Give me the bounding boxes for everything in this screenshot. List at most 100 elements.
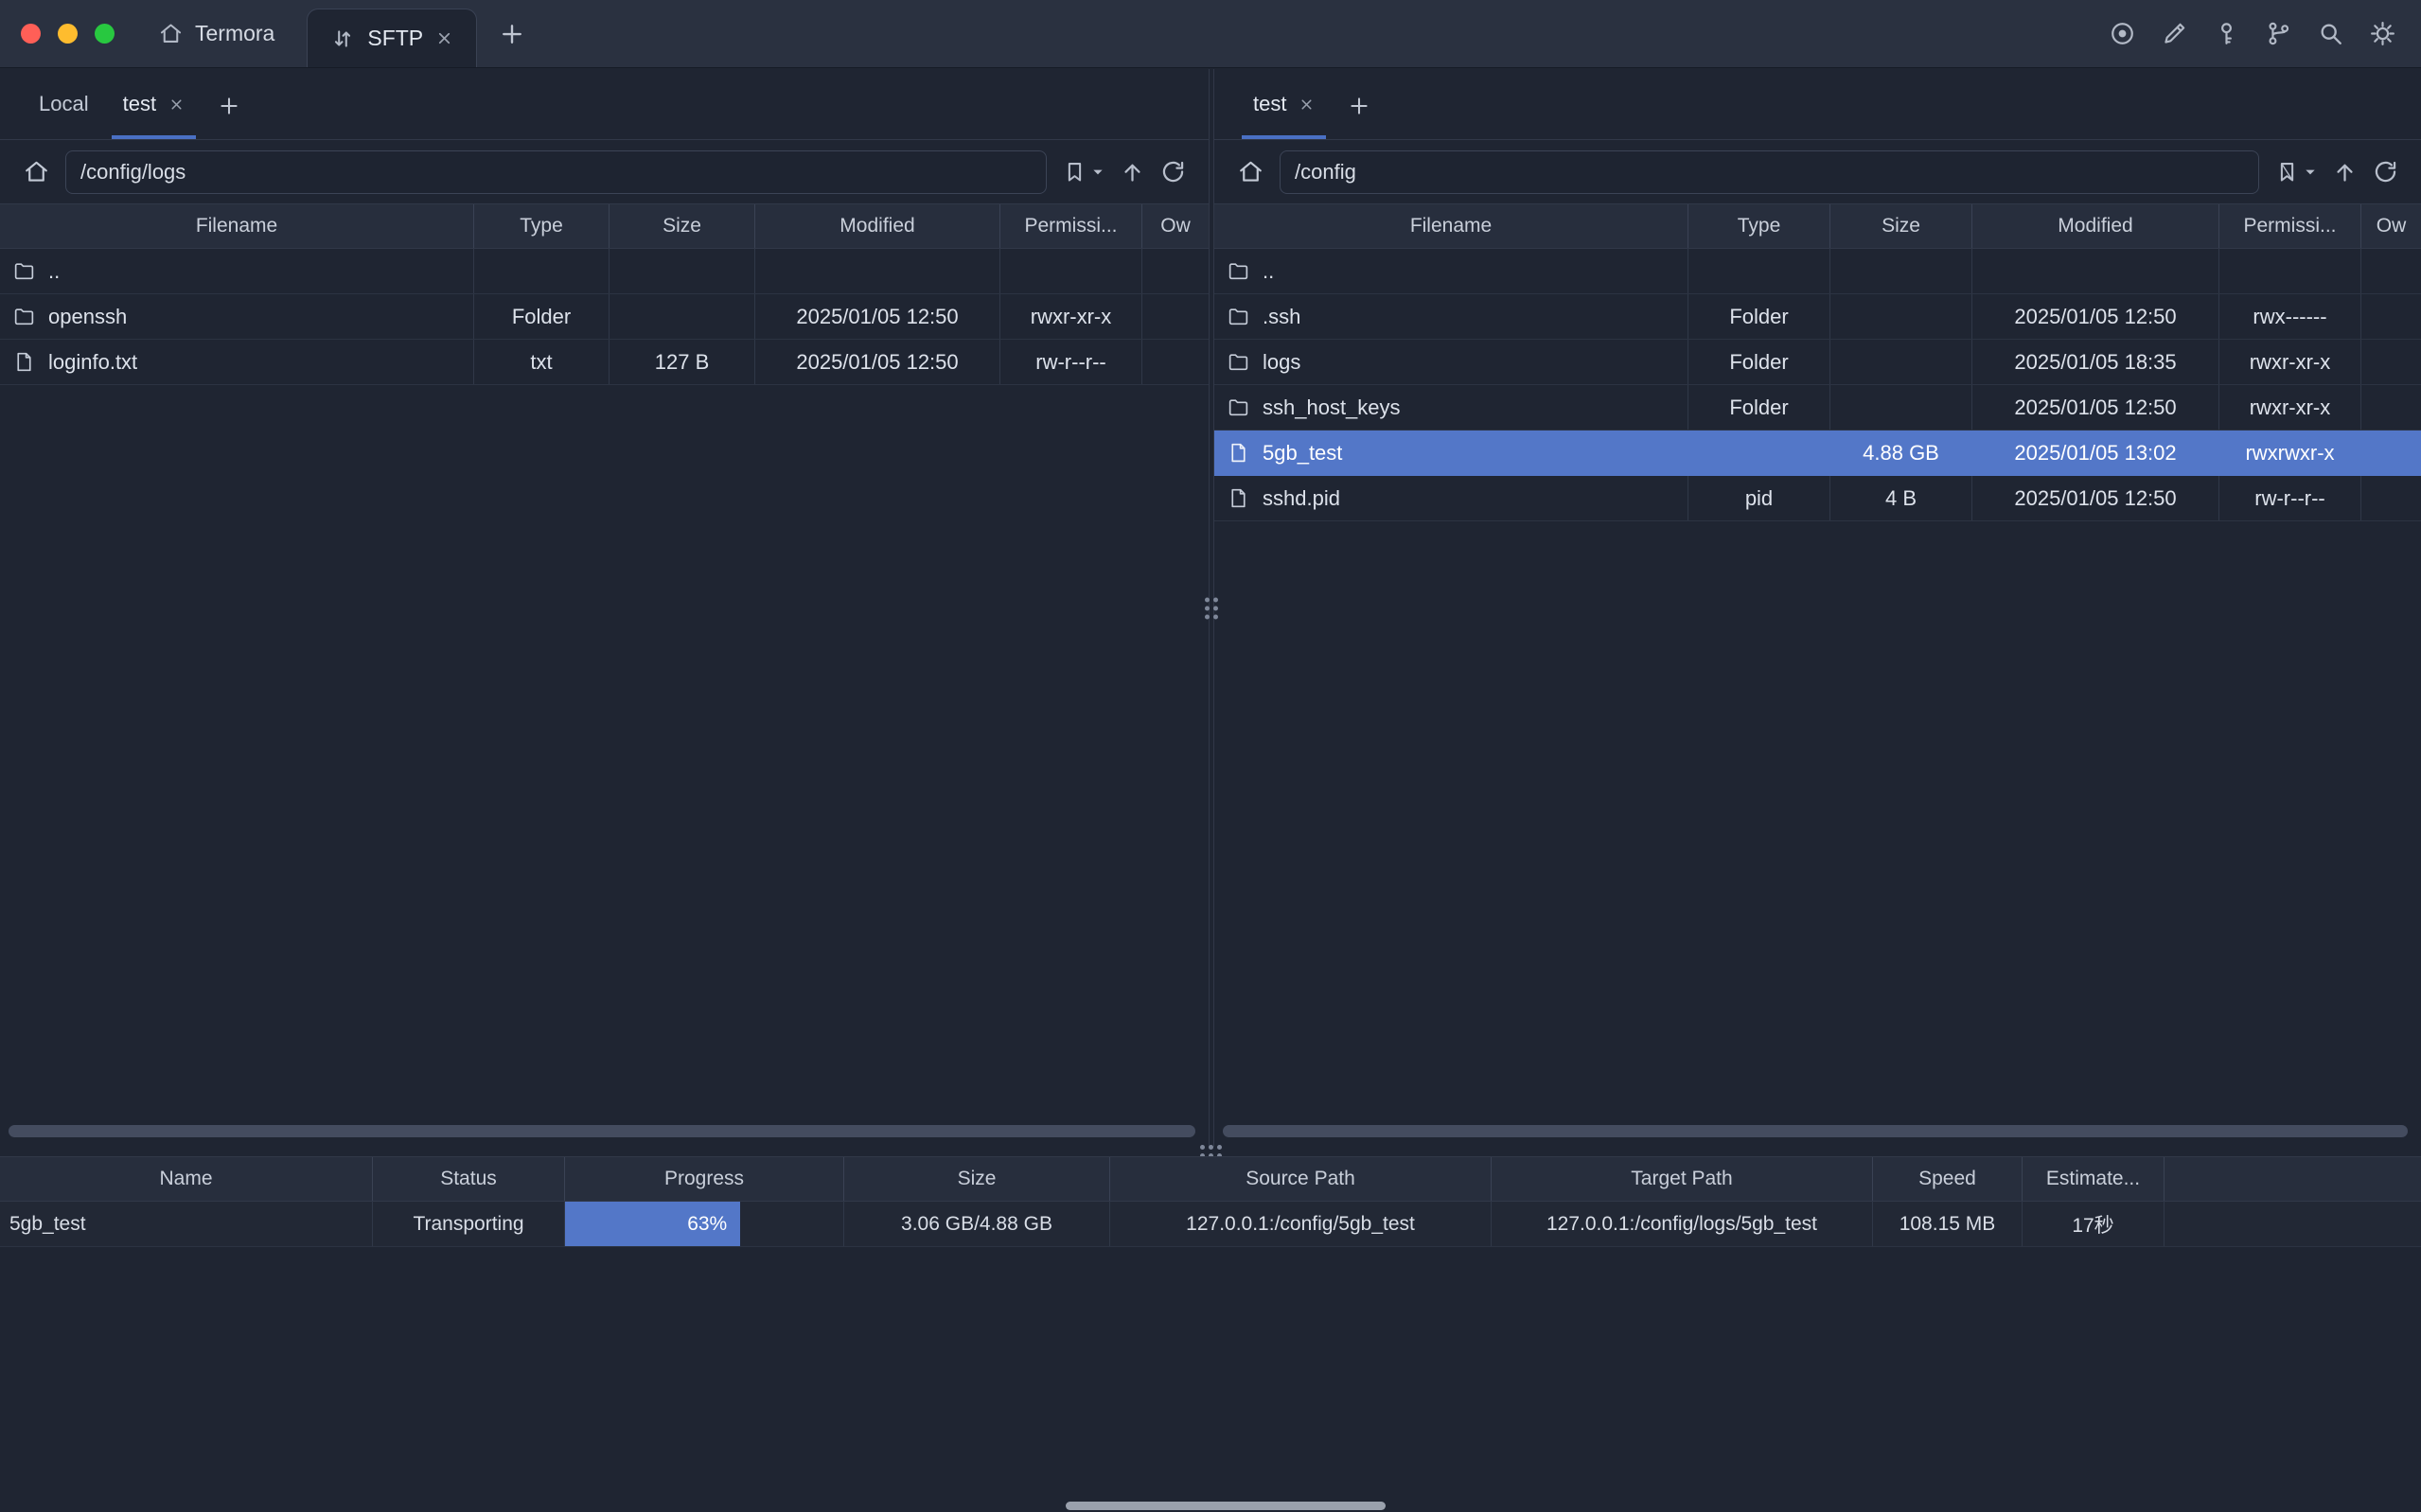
column-header-name[interactable]: Name [0,1157,373,1201]
horizontal-scrollbar[interactable] [9,1125,1195,1137]
left-pane-tabbar: Local test [0,69,1209,140]
record-icon[interactable] [2109,20,2136,47]
left-file-list: .. openssh Folder 2025/01/05 12:50 rwxr-… [0,249,1209,1147]
key-icon[interactable] [2213,20,2240,47]
zoom-window-button[interactable] [95,24,115,44]
folder-icon [12,305,36,328]
table-row[interactable]: loginfo.txt txt 127 B 2025/01/05 12:50 r… [0,340,1209,385]
bookmark-icon[interactable] [2274,159,2300,185]
table-row[interactable]: logs Folder 2025/01/05 18:35 rwxr-xr-x [1214,340,2421,385]
column-header-filename[interactable]: Filename [0,204,474,248]
file-size [610,249,755,293]
close-icon[interactable] [1299,97,1315,113]
column-header-size[interactable]: Size [844,1157,1110,1201]
column-header-source-path[interactable]: Source Path [1110,1157,1492,1201]
path-input[interactable] [65,150,1047,194]
tab-test-left[interactable]: test [106,69,202,139]
column-header-target-path[interactable]: Target Path [1492,1157,1873,1201]
tab-termora[interactable]: Termora [158,21,274,46]
add-tab-button[interactable] [217,94,241,118]
path-input[interactable] [1280,150,2259,194]
transfer-row[interactable]: 5gb_test Transporting 63% 3.06 GB/4.88 G… [0,1202,2421,1247]
file-owner [1142,294,1209,339]
file-owner [2361,249,2421,293]
column-header-speed[interactable]: Speed [1873,1157,2023,1201]
file-owner [2361,385,2421,430]
table-row[interactable]: ssh_host_keys Folder 2025/01/05 12:50 rw… [1214,385,2421,431]
transfer-splitter[interactable] [0,1147,2421,1156]
file-type: Folder [1688,385,1830,430]
window-controls [0,24,115,44]
column-header-owner[interactable]: Ow [2361,204,2421,248]
file-modified: 2025/01/05 12:50 [1972,385,2219,430]
folder-icon [1227,259,1250,283]
tab-local[interactable]: Local [22,69,106,139]
table-row[interactable]: openssh Folder 2025/01/05 12:50 rwxr-xr-… [0,294,1209,340]
search-icon[interactable] [2317,20,2344,47]
file-owner [2361,340,2421,384]
close-window-button[interactable] [21,24,41,44]
file-type: txt [474,340,610,384]
filename: sshd.pid [1263,486,1340,511]
column-header-filename[interactable]: Filename [1214,204,1688,248]
parent-directory-button[interactable] [2332,159,2358,185]
column-header-status[interactable]: Status [373,1157,565,1201]
home-directory-button[interactable] [1237,158,1264,185]
tab-test-right[interactable]: test [1236,69,1332,139]
filename: 5gb_test [1263,441,1342,466]
tab-label: test [123,92,156,116]
file-type: Folder [1688,340,1830,384]
column-header-permissions[interactable]: Permissi... [2219,204,2361,248]
file-type: pid [1688,476,1830,520]
refresh-button[interactable] [1160,159,1186,185]
file-permissions: rwxr-xr-x [1000,294,1142,339]
close-icon[interactable] [435,29,453,47]
window-horizontal-scrollbar[interactable] [1066,1502,1386,1510]
new-window-tab-button[interactable] [498,20,526,48]
file-type [1688,431,1830,475]
table-row[interactable]: sshd.pid pid 4 B 2025/01/05 12:50 rw-r--… [1214,476,2421,521]
tab-sftp[interactable]: SFTP [307,9,477,67]
table-row[interactable]: .ssh Folder 2025/01/05 12:50 rwx------ [1214,294,2421,340]
table-row[interactable]: .. [0,249,1209,294]
settings-gear-icon[interactable] [2369,20,2396,47]
column-header-owner[interactable]: Ow [1142,204,1209,248]
column-header-estimate[interactable]: Estimate... [2023,1157,2165,1201]
column-header-progress[interactable]: Progress [565,1157,844,1201]
table-row-selected[interactable]: 5gb_test 4.88 GB 2025/01/05 13:02 rwxrwx… [1214,431,2421,476]
bookmark-icon[interactable] [1062,159,1087,185]
home-directory-button[interactable] [23,158,50,185]
chevron-down-icon[interactable] [1091,166,1104,179]
parent-directory-button[interactable] [1120,159,1145,185]
minimize-window-button[interactable] [58,24,78,44]
file-icon [12,350,36,374]
column-header-modified[interactable]: Modified [1972,204,2219,248]
close-icon[interactable] [168,97,185,113]
column-header-modified[interactable]: Modified [755,204,1000,248]
add-tab-button[interactable] [1347,94,1371,118]
column-header-filler [2165,1157,2421,1201]
file-owner [1142,340,1209,384]
transfer-progress-bar: 63% [565,1202,844,1246]
left-pathbar [0,140,1209,203]
column-header-type[interactable]: Type [474,204,610,248]
filename: ssh_host_keys [1263,396,1401,420]
right-pane-tabbar: test [1214,69,2421,140]
column-header-type[interactable]: Type [1688,204,1830,248]
table-row[interactable]: .. [1214,249,2421,294]
file-permissions [1000,249,1142,293]
git-branch-icon[interactable] [2265,20,2292,47]
file-permissions: rw-r--r-- [1000,340,1142,384]
file-permissions: rwx------ [2219,294,2361,339]
file-type: Folder [1688,294,1830,339]
horizontal-scrollbar[interactable] [1223,1125,2408,1137]
chevron-down-icon[interactable] [2304,166,2317,179]
column-header-size[interactable]: Size [1830,204,1972,248]
left-table-header: Filename Type Size Modified Permissi... … [0,203,1209,249]
refresh-button[interactable] [2373,159,2398,185]
file-icon [1227,441,1250,465]
edit-icon[interactable] [2161,20,2188,47]
column-header-size[interactable]: Size [610,204,755,248]
column-header-permissions[interactable]: Permissi... [1000,204,1142,248]
file-modified [1972,249,2219,293]
